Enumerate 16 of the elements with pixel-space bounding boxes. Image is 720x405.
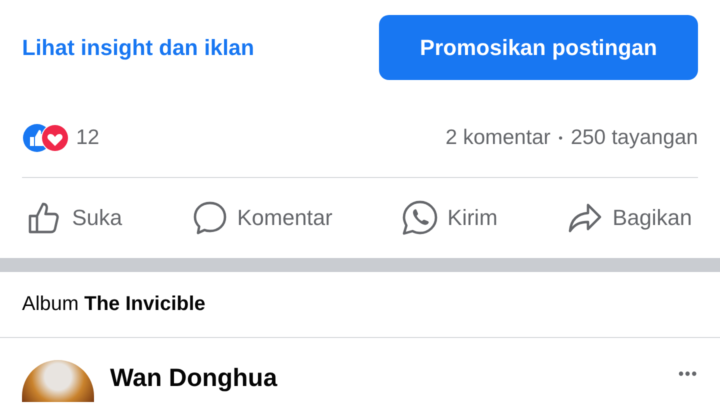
reaction-count[interactable]: 12 [76, 126, 100, 150]
separator-dot: • [558, 130, 563, 144]
album-title: Album The Invicible [0, 272, 720, 338]
like-button[interactable]: Suka [26, 199, 122, 237]
promote-button[interactable]: Promosikan postingan [379, 15, 698, 80]
comment-count[interactable]: 2 komentar [445, 126, 550, 150]
more-options-icon[interactable]: ••• [678, 366, 698, 384]
whatsapp-icon [401, 199, 440, 237]
whatsapp-button[interactable]: Kirim [401, 199, 498, 237]
comment-button[interactable]: Komentar [191, 199, 332, 237]
share-button[interactable]: Bagikan [566, 199, 692, 237]
avatar-placeholder[interactable] [22, 360, 94, 402]
insights-link[interactable]: Lihat insight dan iklan [22, 34, 254, 60]
view-count: 250 tayangan [570, 126, 698, 150]
author-name[interactable]: Wan Donghua [110, 364, 278, 393]
reaction-icons[interactable] [22, 122, 70, 154]
